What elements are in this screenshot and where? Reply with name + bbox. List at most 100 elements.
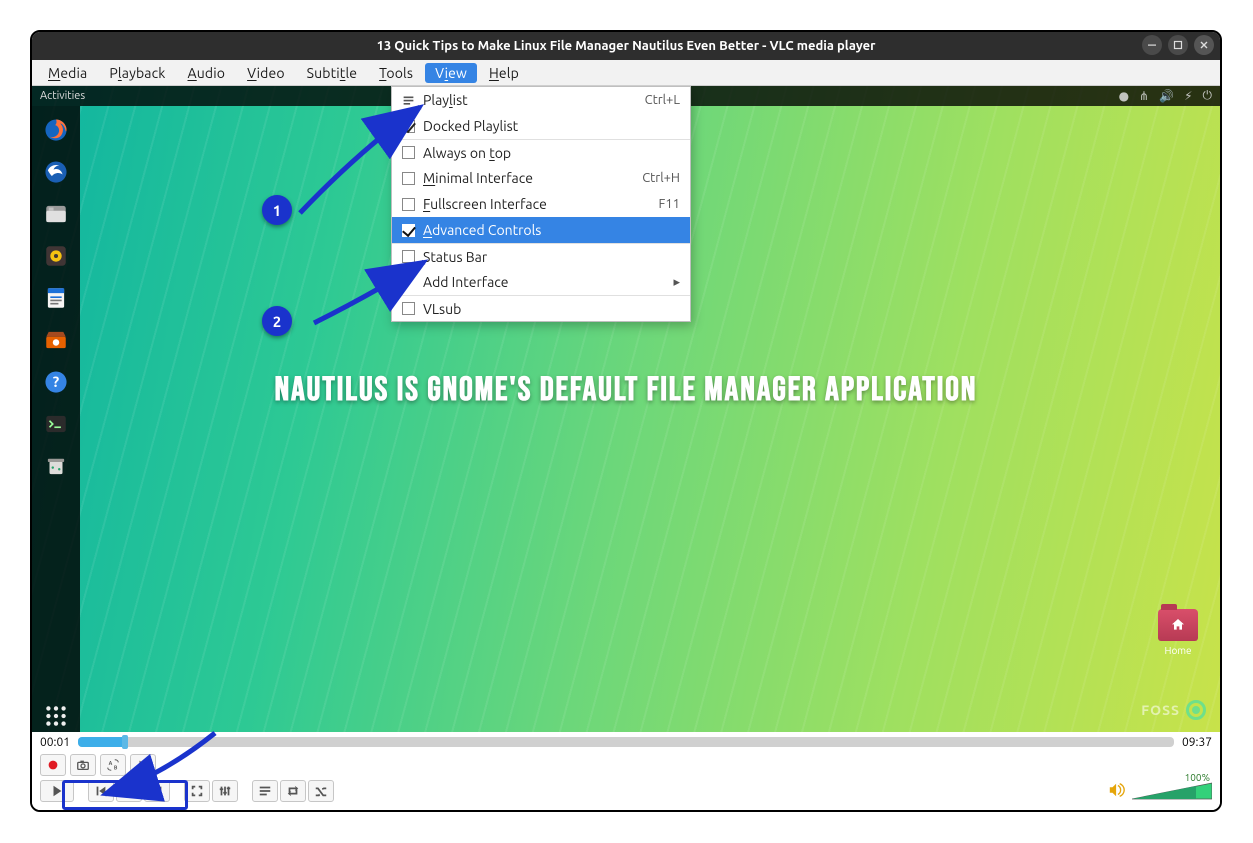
maximize-button[interactable]	[1168, 35, 1188, 55]
menu-help[interactable]: Help	[479, 63, 529, 83]
dock-thunderbird-icon	[40, 156, 72, 188]
menuitem-always-on-top-label: Always on top	[423, 145, 680, 161]
menu-audio[interactable]: Audio	[178, 63, 236, 83]
shuffle-button[interactable]	[308, 780, 334, 802]
menuitem-fullscreen-interface-label: Fullscreen Interface	[423, 196, 650, 212]
snapshot-button[interactable]	[70, 754, 96, 776]
previous-button[interactable]	[88, 780, 114, 802]
dock-terminal-icon	[40, 408, 72, 440]
menubar: Media Playback Audio Video Subtitle Tool…	[32, 60, 1220, 86]
video-area[interactable]: Activities ● ⋔ 🔊 ⚡ ⏻ ?	[32, 86, 1220, 732]
dock-software-icon	[40, 324, 72, 356]
menuitem-fullscreen-interface[interactable]: Fullscreen Interface F11	[392, 191, 690, 217]
menuitem-playlist-accel: Ctrl+L	[645, 93, 680, 107]
home-folder-label: Home	[1165, 645, 1192, 656]
playlist-button[interactable]	[252, 780, 278, 802]
menuitem-minimal-interface[interactable]: Minimal Interface Ctrl+H	[392, 165, 690, 191]
svg-text:A: A	[109, 760, 113, 766]
window-buttons	[1142, 35, 1214, 55]
checkbox-icon	[402, 120, 415, 133]
menuitem-add-interface[interactable]: Add Interface ▸	[392, 269, 690, 295]
checkbox-icon	[402, 250, 415, 263]
gnome-status-icons: ● ⋔ 🔊 ⚡ ⏻	[1119, 89, 1212, 103]
close-button[interactable]	[1194, 35, 1214, 55]
gnome-dock: ?	[32, 106, 80, 732]
menuitem-fullscreen-interface-accel: F11	[658, 197, 680, 211]
submenu-arrow-icon: ▸	[673, 275, 680, 290]
menuitem-playlist[interactable]: Playlist Ctrl+L	[392, 87, 690, 113]
view-menu-dropdown: Playlist Ctrl+L Docked Playlist Always o…	[391, 86, 691, 322]
menu-playback[interactable]: Playback	[99, 63, 175, 83]
menuitem-minimal-interface-label: Minimal Interface	[423, 170, 634, 186]
speaker-icon[interactable]	[1108, 782, 1126, 801]
checkbox-icon	[402, 146, 415, 159]
advanced-controls-row: AB	[40, 754, 1212, 776]
ext-settings-button[interactable]	[212, 780, 238, 802]
itsfoss-watermark: FOSS	[1141, 700, 1206, 720]
itsfoss-text: FOSS	[1141, 702, 1180, 718]
menuitem-vlsub-label: VLsub	[423, 301, 680, 317]
menuitem-status-bar[interactable]: Status Bar	[392, 243, 690, 269]
elapsed-time[interactable]: 00:01	[40, 736, 70, 749]
record-indicator-icon: ●	[1119, 89, 1129, 103]
checkbox-icon	[402, 172, 415, 185]
dock-appgrid-icon	[40, 700, 72, 732]
loop-button[interactable]	[280, 780, 306, 802]
controls-area: AB	[32, 752, 1220, 810]
gnome-activities: Activities	[40, 90, 85, 102]
checkbox-icon	[402, 198, 415, 211]
frame-step-button[interactable]	[130, 754, 156, 776]
window-titlebar: 13 Quick Tips to Make Linux File Manager…	[32, 32, 1220, 60]
video-caption-text: NAUTILUS IS GNOME'S DEFAULT FILE MANAGER…	[32, 370, 1220, 411]
seek-knob[interactable]	[122, 735, 128, 749]
dock-trash-icon	[40, 450, 72, 482]
menuitem-docked-playlist-label: Docked Playlist	[423, 118, 680, 134]
main-controls-row: 100%	[40, 780, 1212, 802]
power-icon: ⏻	[1203, 89, 1213, 103]
checkbox-icon	[402, 224, 415, 237]
menuitem-status-bar-label: Status Bar	[423, 249, 680, 265]
total-time[interactable]: 09:37	[1182, 736, 1212, 749]
menuitem-add-interface-label: Add Interface	[423, 274, 665, 290]
itsfoss-ring-icon	[1186, 700, 1206, 720]
home-folder-icon	[1158, 609, 1198, 641]
checkbox-icon	[402, 302, 415, 315]
stop-button[interactable]	[116, 780, 142, 802]
menuitem-docked-playlist[interactable]: Docked Playlist	[392, 113, 690, 139]
menu-video[interactable]: Video	[237, 63, 295, 83]
menuitem-vlsub[interactable]: VLsub	[392, 295, 690, 321]
fullscreen-button[interactable]	[184, 780, 210, 802]
window-title: 13 Quick Tips to Make Linux File Manager…	[377, 39, 876, 53]
menu-tools[interactable]: Tools	[369, 63, 423, 83]
menuitem-playlist-label: Playlist	[423, 92, 637, 108]
desktop-home-folder: Home	[1154, 609, 1202, 656]
loop-ab-button[interactable]: AB	[100, 754, 126, 776]
next-button[interactable]	[144, 780, 170, 802]
seek-fill	[78, 737, 122, 747]
dock-writer-icon	[40, 282, 72, 314]
svg-text:B: B	[114, 764, 118, 770]
menu-view[interactable]: View	[425, 63, 477, 83]
menuitem-minimal-interface-accel: Ctrl+H	[642, 171, 680, 185]
dock-firefox-icon	[40, 114, 72, 146]
playlist-icon	[402, 94, 415, 107]
dock-files-icon	[40, 198, 72, 230]
network-icon: ⋔	[1139, 89, 1149, 103]
menuitem-always-on-top[interactable]: Always on top	[392, 139, 690, 165]
seek-row: 00:01 09:37	[32, 732, 1220, 752]
dock-rhythmbox-icon	[40, 240, 72, 272]
menu-media[interactable]: Media	[38, 63, 97, 83]
menu-subtitle[interactable]: Subtitle	[297, 63, 367, 83]
record-button[interactable]	[40, 754, 66, 776]
volume-control: 100%	[1108, 782, 1212, 801]
menuitem-advanced-controls-label: Advanced Controls	[423, 222, 680, 238]
menuitem-advanced-controls[interactable]: Advanced Controls	[392, 217, 690, 243]
seek-slider[interactable]	[78, 737, 1174, 747]
battery-icon: ⚡	[1184, 89, 1192, 103]
minimize-button[interactable]	[1142, 35, 1162, 55]
volume-percent: 100%	[1185, 772, 1210, 783]
vlc-window: 13 Quick Tips to Make Linux File Manager…	[30, 30, 1222, 812]
volume-slider[interactable]: 100%	[1132, 782, 1212, 800]
play-button[interactable]	[40, 780, 74, 802]
sound-icon: 🔊	[1159, 89, 1174, 103]
